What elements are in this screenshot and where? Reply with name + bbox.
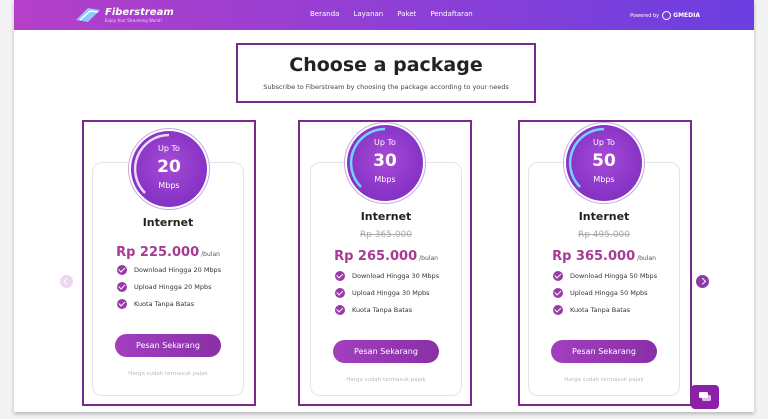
check-circle-icon [117, 264, 127, 275]
badge-speed: 20 [157, 157, 181, 177]
check-circle-icon [335, 304, 345, 315]
feature-item: Download Hingga 20 Mbps [117, 261, 221, 278]
price-note: Harga sudah termasuk pajak [128, 371, 208, 377]
feature-item: Download Hingga 30 Mbps [335, 267, 439, 284]
price-period: /bulan [201, 251, 220, 258]
speed-badge-50: Up To 50 Mbps [566, 125, 642, 201]
page: Fiberstream Enjoy Your Streaming World! … [14, 0, 754, 412]
feature-text: Kuota Tanpa Batas [134, 299, 195, 308]
old-price: Rp 495.000 [577, 230, 631, 240]
feature-item: Kuota Tanpa Batas [117, 295, 221, 312]
nav-links: Beranda Layanan Paket Pendaftaran [310, 10, 473, 18]
package-price: Rp 225.000 [116, 245, 200, 260]
check-circle-icon [117, 281, 127, 292]
feature-text: Download Hingga 50 Mbps [570, 271, 658, 280]
powered-by[interactable]: Powered by GMEDIA [630, 11, 700, 20]
price-note: Harga sudah termasuk pajak [346, 377, 426, 383]
package-price: Rp 365.000 [552, 249, 636, 264]
speed-badge-30: Up To 30 Mbps [347, 125, 423, 201]
feature-item: Download Hingga 50 Mbps [553, 267, 657, 284]
check-circle-icon [335, 270, 345, 281]
feature-text: Kuota Tanpa Batas [352, 305, 413, 314]
speed-badge-20: Up To 20 Mbps [131, 131, 207, 207]
carousel-next-icon[interactable] [696, 275, 709, 288]
top-navbar: Fiberstream Enjoy Your Streaming World! … [14, 0, 754, 30]
page-title: Choose a package [289, 54, 483, 76]
price-period: /bulan [637, 255, 656, 262]
check-circle-icon [553, 270, 563, 281]
logo-text: Fiberstream Enjoy Your Streaming World! [105, 6, 174, 23]
price-row: Rp 365.000/bulan [529, 245, 679, 264]
feature-item: Upload Hingga 50 Mpbs [553, 284, 657, 301]
section-heading: Choose a package Subscribe to Fiberstrea… [236, 43, 536, 103]
price-row: Rp 225.000/bulan [93, 241, 243, 260]
badge-speed: 30 [373, 151, 397, 171]
package-title: Internet [360, 210, 412, 223]
badge-speed: 50 [592, 151, 616, 171]
feature-text: Download Hingga 30 Mbps [352, 271, 440, 280]
feature-text: Upload Hingga 50 Mpbs [570, 288, 648, 297]
carousel-prev-icon[interactable] [60, 275, 73, 288]
feature-item: Upload Hingga 30 Mpbs [335, 284, 439, 301]
gmedia-logo-icon [662, 11, 672, 20]
chat-button[interactable] [691, 385, 719, 409]
badge-unit: Mbps [158, 181, 180, 190]
feature-text: Download Hingga 20 Mbps [134, 265, 222, 274]
feature-text: Upload Hingga 30 Mpbs [352, 288, 430, 297]
badge-unit: Mbps [593, 175, 615, 184]
nav-link-paket[interactable]: Paket [397, 10, 416, 18]
feature-text: Upload Hingga 20 Mpbs [134, 282, 212, 291]
price-note: Harga sudah termasuk pajak [564, 377, 644, 383]
feature-item: Kuota Tanpa Batas [553, 301, 657, 318]
feature-list: Download Hingga 20 Mbps Upload Hingga 20… [117, 261, 221, 312]
package-title: Internet [142, 216, 194, 229]
check-circle-icon [553, 304, 563, 315]
feature-item: Kuota Tanpa Batas [335, 301, 439, 318]
badge-unit: Mbps [374, 175, 396, 184]
package-price: Rp 265.000 [334, 249, 418, 264]
order-button[interactable]: Pesan Sekarang [115, 334, 221, 357]
order-button[interactable]: Pesan Sekarang [551, 340, 657, 363]
feature-list: Download Hingga 30 Mbps Upload Hingga 30… [335, 267, 439, 318]
logo-tagline: Enjoy Your Streaming World! [105, 17, 163, 23]
feature-text: Kuota Tanpa Batas [570, 305, 631, 314]
badge-upto: Up To [158, 144, 180, 153]
price-row: Rp 265.000/bulan [311, 245, 461, 264]
nav-link-pendaftaran[interactable]: Pendaftaran [430, 10, 472, 18]
check-circle-icon [553, 287, 563, 298]
nav-link-layanan[interactable]: Layanan [353, 10, 383, 18]
logo-name: Fiberstream [105, 6, 174, 18]
powered-brand: GMEDIA [673, 12, 700, 19]
check-circle-icon [117, 298, 127, 309]
nav-link-beranda[interactable]: Beranda [310, 10, 339, 18]
badge-upto: Up To [593, 138, 615, 147]
page-subtitle: Subscribe to Fiberstream by choosing the… [263, 83, 509, 91]
badge-upto: Up To [374, 138, 396, 147]
chat-icon [699, 392, 711, 401]
check-circle-icon [335, 287, 345, 298]
price-period: /bulan [419, 255, 438, 262]
logo-mark-icon [76, 8, 100, 22]
old-price: Rp 365.000 [359, 230, 413, 240]
order-button[interactable]: Pesan Sekarang [333, 340, 439, 363]
feature-item: Upload Hingga 20 Mpbs [117, 278, 221, 295]
package-title: Internet [578, 210, 630, 223]
fiberstream-logo[interactable]: Fiberstream Enjoy Your Streaming World! [74, 5, 174, 25]
powered-label: Powered by [630, 12, 660, 19]
feature-list: Download Hingga 50 Mbps Upload Hingga 50… [553, 267, 657, 318]
